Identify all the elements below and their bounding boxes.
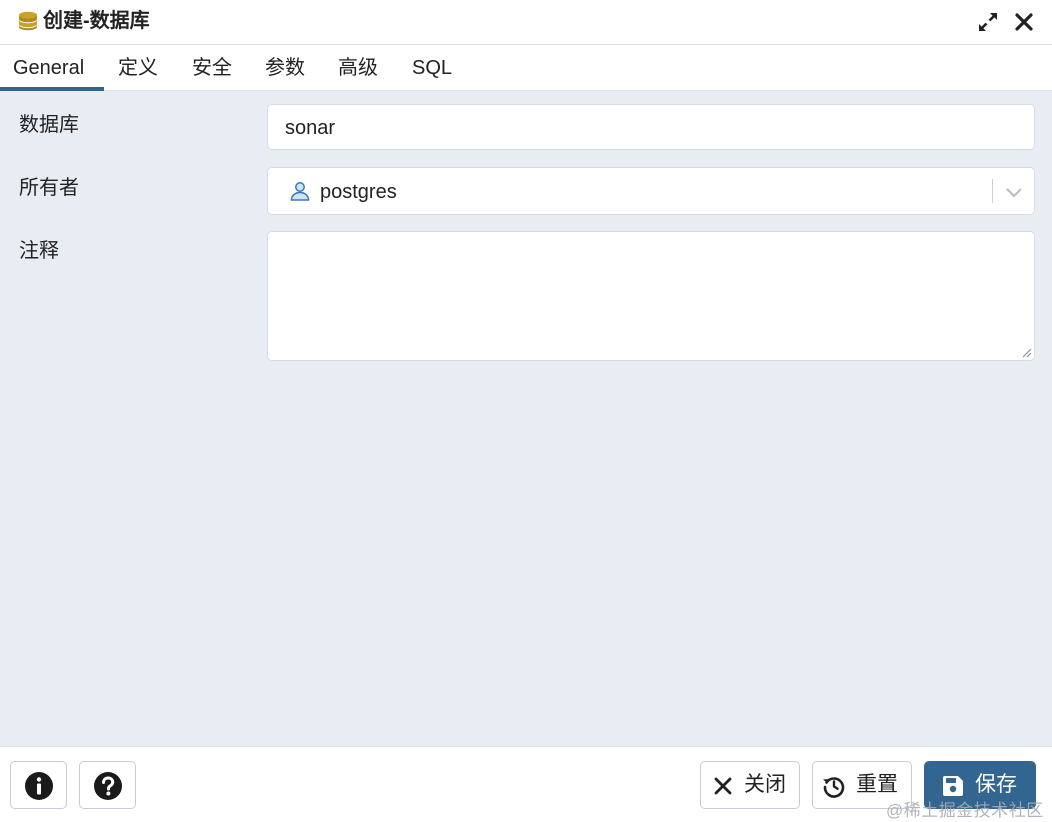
database-name-value: sonar	[285, 117, 336, 139]
help-icon	[94, 772, 122, 800]
database-label: 数据库	[19, 114, 79, 136]
comment-textarea[interactable]	[267, 231, 1035, 361]
tab-general[interactable]: General	[13, 45, 84, 91]
user-icon	[290, 182, 310, 201]
save-button-label: 保存	[975, 773, 1017, 796]
active-tab-indicator	[0, 87, 104, 91]
close-x-icon	[714, 777, 732, 795]
chevron-down-icon[interactable]	[1004, 182, 1024, 202]
create-database-dialog: 创建-数据库 General 定义 安全 参数 高级 SQL 数据库 sonar…	[0, 0, 1052, 822]
close-icon[interactable]	[1013, 11, 1035, 33]
tab-parameters[interactable]: 参数	[265, 45, 305, 91]
close-button[interactable]: 关闭	[700, 761, 800, 809]
expand-arrows-icon[interactable]	[977, 11, 999, 33]
tab-sql[interactable]: SQL	[412, 45, 452, 91]
dialog-titlebar: 创建-数据库	[0, 0, 1052, 45]
close-button-label: 关闭	[744, 773, 786, 796]
tab-advanced[interactable]: 高级	[338, 45, 378, 91]
owner-value: postgres	[320, 181, 397, 203]
info-icon	[25, 772, 53, 800]
resize-grip-icon[interactable]	[1020, 346, 1032, 358]
comment-label: 注释	[19, 240, 59, 262]
info-button[interactable]	[10, 761, 67, 809]
tab-definition[interactable]: 定义	[118, 45, 158, 91]
help-button[interactable]	[79, 761, 136, 809]
owner-label: 所有者	[19, 177, 79, 199]
tab-security[interactable]: 安全	[192, 45, 232, 91]
watermark: @稀土掘金技术社区	[886, 801, 1044, 820]
floppy-disk-icon	[943, 776, 963, 796]
database-icon	[19, 11, 37, 31]
reset-button-label: 重置	[856, 773, 898, 796]
dialog-title: 创建-数据库	[43, 10, 150, 32]
history-icon	[823, 777, 845, 798]
database-name-input[interactable]: sonar	[267, 104, 1035, 150]
select-separator	[992, 179, 993, 203]
tab-bar: General 定义 安全 参数 高级 SQL	[0, 45, 1052, 91]
owner-select[interactable]: postgres	[267, 167, 1035, 215]
